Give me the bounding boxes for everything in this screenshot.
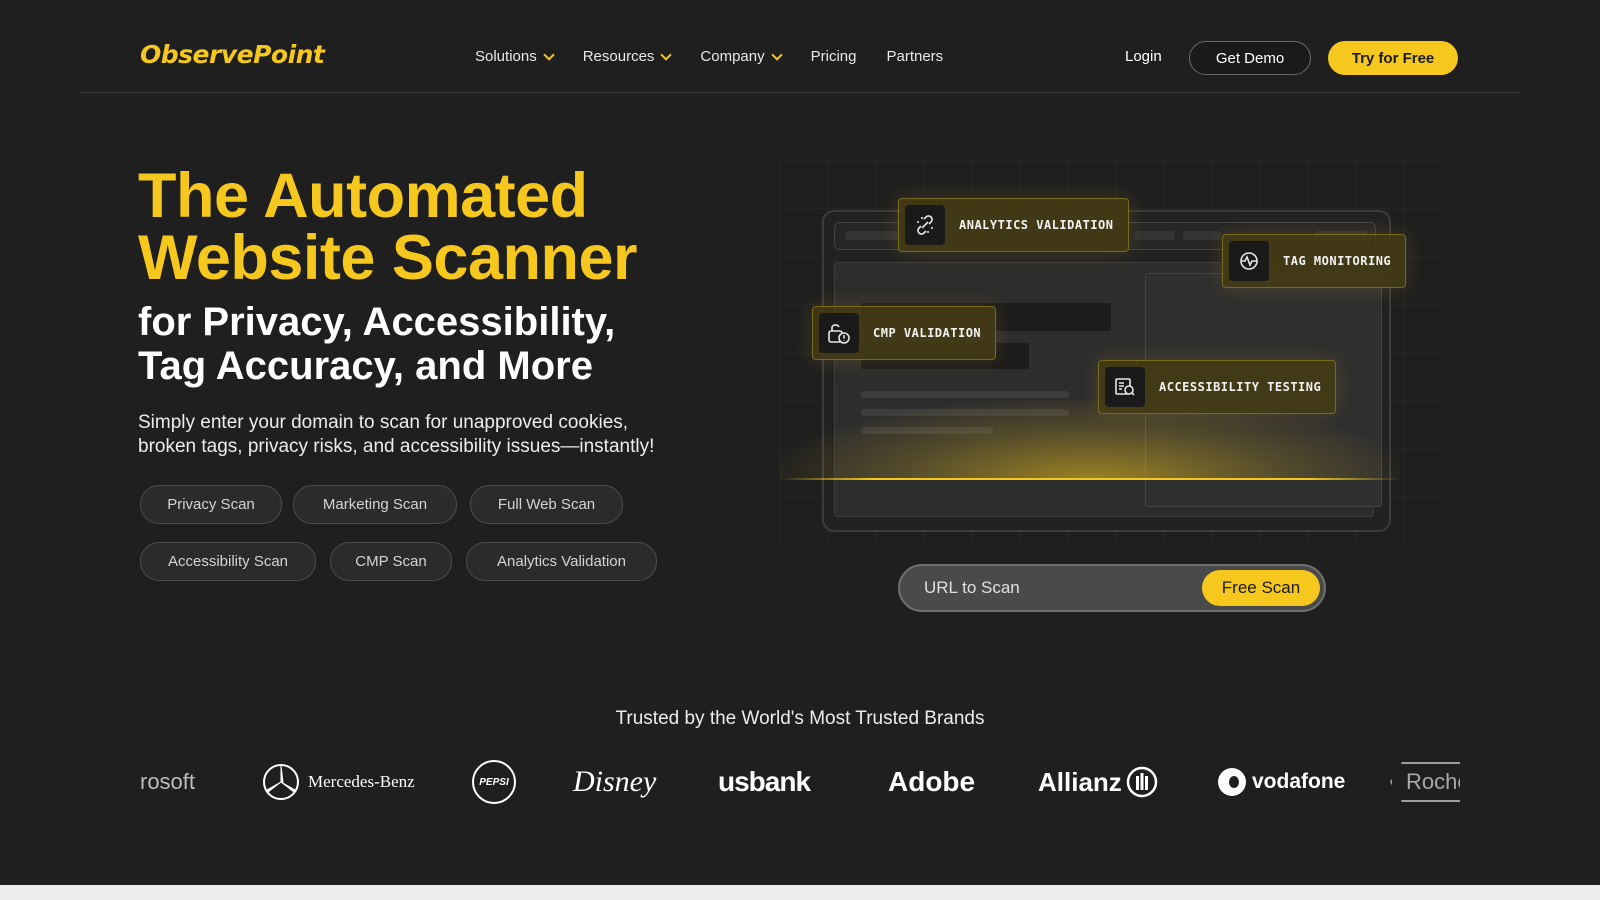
hero-subtitle-line2: Tag Accuracy, and More [138,344,593,388]
brand-disney-text: Disney [573,765,657,798]
nav-pricing-label: Pricing [810,48,857,65]
brand-vodafone: vodafone [1218,752,1345,812]
allianz-eagle-icon [1126,766,1158,798]
brand-adobe-text: Adobe [888,766,976,797]
hero-description-line2: broken tags, privacy risks, and accessib… [138,436,655,457]
brand-allianz-text: Allianz [1038,766,1122,797]
site-header: ObservePoint Solutions Resources Company… [80,0,1520,93]
toolbar-segment [845,231,900,240]
analytics-validation-button[interactable]: Analytics Validation [466,542,657,581]
brand-microsoft: rosoft [140,752,195,812]
hero-title-line1: The Automated [138,161,588,231]
brand-disney: Disney [573,752,656,812]
hero-subtitle: for Privacy, Accessibility, Tag Accuracy… [138,300,615,388]
accessibility-document-icon [1105,367,1145,407]
vodafone-speech-mark-icon [1218,768,1246,796]
toolbar-segment [1135,231,1175,240]
hero-description-line1: Simply enter your domain to scan for una… [138,412,629,433]
accessibility-scan-button[interactable]: Accessibility Scan [140,542,316,581]
brand-usbank-text: usbank [718,766,811,797]
nav-partners-label: Partners [886,48,944,65]
nav-solutions-label: Solutions [475,48,537,65]
nav-pricing[interactable]: Pricing [811,48,857,65]
brand-pepsi-text: PEPSI [472,760,516,804]
marketing-scan-button[interactable]: Marketing Scan [293,485,457,524]
chevron-down-icon [543,48,555,61]
tag-monitoring-label: TAG MONITORING [1283,254,1392,268]
mercedes-star-icon [263,764,299,800]
scan-line [780,478,1400,480]
observepoint-logo[interactable]: ObservePoint [140,40,325,69]
nav-company[interactable]: Company [700,48,783,65]
page-bottom-strip [0,885,1600,900]
brand-allianz: Allianz [1038,752,1158,812]
nav-solutions[interactable]: Solutions [475,48,555,65]
login-link[interactable]: Login [1125,48,1162,65]
chevron-down-icon [660,48,673,61]
cmp-scan-button[interactable]: CMP Scan [330,542,452,581]
brand-roche: Roche [1390,752,1460,812]
brand-adobe: Adobe [888,752,975,812]
brand-roche-text: Roche [1390,762,1460,802]
nav-resources-label: Resources [582,48,655,65]
brand-logos: rosoft Mercedes-Benz PEPSI Disney usbank… [140,752,1460,812]
try-for-free-button[interactable]: Try for Free [1328,41,1458,75]
main-nav: Solutions Resources Company Pricing Part… [475,48,973,65]
nav-company-label: Company [700,48,765,65]
url-scan-form: Free Scan [898,564,1326,612]
brand-mercedes-text: Mercedes-Benz [308,772,415,791]
full-web-scan-button[interactable]: Full Web Scan [470,485,623,524]
hero-subtitle-line1: for Privacy, Accessibility, [138,300,616,344]
trusted-heading: Trusted by the World's Most Trusted Bran… [615,708,985,729]
nav-partners[interactable]: Partners [886,48,943,65]
lock-alert-icon [819,313,859,353]
chevron-down-icon [770,48,783,61]
hero-title-line2: Website Scanner [138,223,638,293]
get-demo-button[interactable]: Get Demo [1189,41,1311,75]
broken-link-icon [905,205,945,245]
brand-usbank: usbank [718,752,811,812]
brand-mercedes: Mercedes-Benz [262,752,415,812]
analytics-validation-tag: ANALYTICS VALIDATION [898,198,1129,252]
scanner-illustration: ANALYTICS VALIDATION TAG MONITORING CMP … [780,160,1440,540]
hero-title: The Automated Website Scanner [138,165,638,290]
brand-microsoft-text: rosoft [140,769,196,794]
brand-pepsi: PEPSI [472,752,516,812]
toolbar-segment [1183,231,1221,240]
privacy-scan-button[interactable]: Privacy Scan [140,485,282,524]
nav-resources[interactable]: Resources [582,48,673,65]
free-scan-button[interactable]: Free Scan [1202,570,1320,606]
cmp-validation-tag: CMP VALIDATION [812,306,997,360]
accessibility-testing-label: ACCESSIBILITY TESTING [1159,380,1322,394]
analytics-validation-label: ANALYTICS VALIDATION [959,218,1114,232]
heartbeat-hand-icon [1229,241,1269,281]
url-to-scan-input[interactable] [922,577,1186,599]
accessibility-testing-tag: ACCESSIBILITY TESTING [1098,360,1337,414]
tag-monitoring-tag: TAG MONITORING [1222,234,1407,288]
brand-vodafone-text: vodafone [1252,770,1346,793]
hero-description: Simply enter your domain to scan for una… [138,411,698,459]
text-line [861,391,1069,398]
cmp-validation-label: CMP VALIDATION [873,326,982,340]
